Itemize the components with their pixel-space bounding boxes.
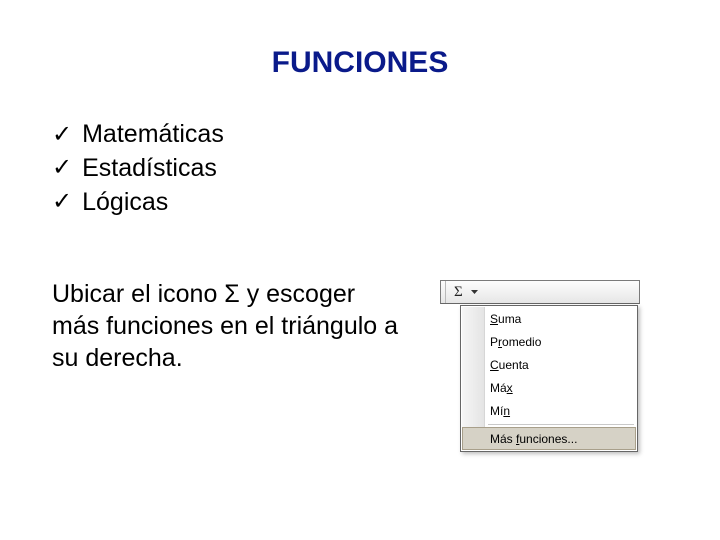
bullet-label: Matemáticas (82, 118, 224, 152)
slide: FUNCIONES ✓ Matemáticas ✓ Estadísticas ✓… (0, 0, 720, 540)
bullet-list: ✓ Matemáticas ✓ Estadísticas ✓ Lógicas (52, 118, 224, 219)
bullet-item: ✓ Estadísticas (52, 152, 224, 186)
autosum-dropdown-arrow[interactable] (469, 281, 484, 303)
autosum-dropdown-screenshot: Σ Suma Promedio (440, 280, 640, 452)
autosum-button[interactable]: Σ (446, 281, 469, 303)
menu-item-label: Máx (490, 381, 513, 395)
check-icon: ✓ (52, 119, 72, 151)
toolbar: Σ (440, 280, 640, 304)
menu-item-promedio[interactable]: Promedio (462, 330, 636, 353)
bullet-label: Lógicas (82, 186, 168, 220)
menu-divider (488, 424, 634, 425)
bullet-item: ✓ Lógicas (52, 186, 224, 220)
menu-item-cuenta[interactable]: Cuenta (462, 353, 636, 376)
sigma-icon: Σ (454, 284, 463, 301)
toolbar-spacer (484, 281, 639, 303)
autosum-menu: Suma Promedio Cuenta Máx Mín (460, 305, 638, 452)
chevron-down-icon (471, 290, 478, 294)
menu-item-suma[interactable]: Suma (462, 307, 636, 330)
instruction-paragraph: Ubicar el icono Σ y escoger más funcione… (52, 278, 400, 374)
bullet-label: Estadísticas (82, 152, 217, 186)
menu-item-label: Promedio (490, 335, 541, 349)
bullet-item: ✓ Matemáticas (52, 118, 224, 152)
menu-item-label: Mín (490, 404, 510, 418)
menu-item-label: Cuenta (490, 358, 529, 372)
menu-item-more-functions[interactable]: Más funciones... (462, 427, 636, 450)
menu-item-min[interactable]: Mín (462, 399, 636, 422)
menu-item-label: Más funciones... (490, 432, 577, 446)
check-icon: ✓ (52, 152, 72, 184)
menu-item-max[interactable]: Máx (462, 376, 636, 399)
slide-title: FUNCIONES (0, 46, 720, 80)
check-icon: ✓ (52, 186, 72, 218)
menu-item-label: Suma (490, 312, 521, 326)
